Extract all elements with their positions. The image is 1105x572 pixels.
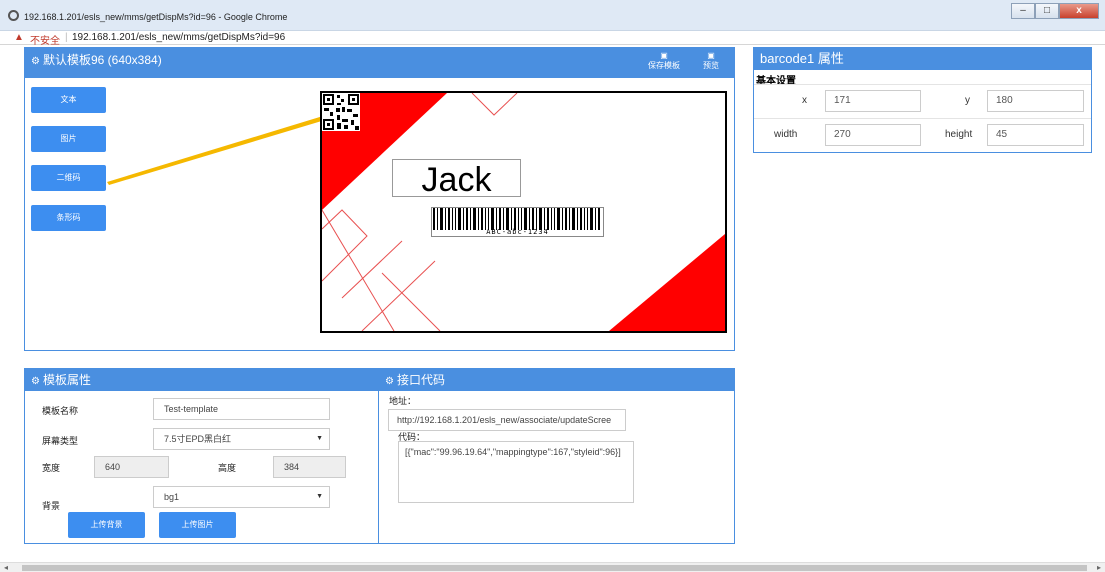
width-input[interactable]: 270 — [825, 124, 921, 146]
background-value: bg1 — [164, 492, 180, 502]
background-label: 背景 — [42, 501, 61, 511]
barcode-text: ABC-abc-1234 — [486, 228, 549, 236]
size-row: width 270 height 45 — [754, 118, 1091, 152]
scroll-right-icon[interactable]: ▸ — [1097, 563, 1101, 572]
upload-image-button[interactable]: 上传图片 — [159, 512, 236, 538]
template-properties-title: 模板属性 — [42, 373, 91, 387]
qrcode-element[interactable] — [322, 93, 360, 131]
template-name-label: 模板名称 — [42, 406, 79, 416]
template-properties-header: ⚙ 模板属性 — [25, 369, 378, 391]
height-label: height — [945, 129, 973, 140]
api-code-textarea[interactable]: [{"mac":"99.96.19.64","mappingtype":167,… — [398, 441, 634, 503]
address-bar[interactable]: ▲ 不安全 | 192.168.1.201/esls_new/mms/getDi… — [0, 31, 1105, 47]
y-label: y — [965, 95, 970, 106]
url-text[interactable]: 192.168.1.201/esls_new/mms/getDispMs?id=… — [72, 32, 285, 43]
height-field: 384 — [273, 456, 346, 478]
basic-settings-heading: 基本设置 — [756, 76, 796, 87]
api-code-panel: ⚙ 接口代码 地址： http://192.168.1.201/esls_new/… — [378, 368, 735, 544]
address-separator: | — [65, 32, 68, 43]
gear-icon: ⚙ — [385, 376, 394, 387]
horizontal-scrollbar[interactable]: ◂ ▸ — [0, 562, 1105, 572]
close-button[interactable]: x — [1059, 3, 1099, 19]
y-input[interactable]: 180 — [987, 90, 1084, 112]
barcode-element[interactable]: ABC-abc-1234 — [431, 207, 604, 237]
chevron-down-icon: ▼ — [316, 435, 323, 442]
height-input[interactable]: 45 — [987, 124, 1084, 146]
template-properties-panel: ⚙ 模板属性 模板名称 Test-template 屏幕类型 7.5寸EPD黑白红… — [24, 368, 379, 544]
window-controls: – □ x — [1011, 3, 1099, 19]
chevron-down-icon: ▼ — [316, 493, 323, 500]
address-label: 地址： — [389, 396, 417, 406]
text-element-jack[interactable]: Jack — [392, 159, 521, 199]
barcode-properties-panel: barcode1 属性 基本设置 x 171 y 180 width 270 h… — [753, 47, 1092, 153]
position-row: x 171 y 180 — [754, 84, 1091, 118]
browser-titlebar: 192.168.1.201/esls_new/mms/getDispMs?id=… — [0, 0, 1105, 31]
properties-header: barcode1 属性 — [754, 48, 1091, 70]
barcode-bars — [433, 208, 600, 230]
width-label: width — [774, 129, 798, 140]
background-select[interactable]: bg1 ▼ — [153, 486, 330, 508]
width-label: 宽度 — [42, 463, 61, 473]
template-designer-panel: ⚙ 默认模板96 (640x384) ▣ 保存模板 ▣ 预览 文本 图片 二维码 … — [24, 47, 735, 351]
api-code-title: 接口代码 — [396, 373, 445, 387]
api-code-header: ⚙ 接口代码 — [379, 369, 734, 391]
height-label: 高度 — [218, 463, 237, 473]
chrome-icon — [8, 10, 19, 21]
upload-background-button[interactable]: 上传背景 — [68, 512, 145, 538]
api-address-input[interactable]: http://192.168.1.201/esls_new/associate/… — [388, 409, 626, 431]
x-label: x — [802, 95, 807, 106]
gear-icon: ⚙ — [31, 376, 40, 387]
screen-type-label: 屏幕类型 — [42, 436, 79, 446]
scrollbar-thumb[interactable] — [22, 565, 1087, 571]
x-input[interactable]: 171 — [825, 90, 921, 112]
label-canvas[interactable]: Jack ABC-abc-1234 — [320, 91, 727, 333]
insecure-label: 不安全 — [30, 36, 60, 47]
warning-icon: ▲ — [14, 32, 24, 43]
screen-type-select[interactable]: 7.5寸EPD黑白红 ▼ — [153, 428, 330, 450]
scroll-left-icon[interactable]: ◂ — [4, 563, 8, 572]
minimize-button[interactable]: – — [1011, 3, 1035, 19]
maximize-button[interactable]: □ — [1035, 3, 1059, 19]
window-title: 192.168.1.201/esls_new/mms/getDispMs?id=… — [24, 12, 288, 22]
width-field: 640 — [94, 456, 169, 478]
screen-type-value: 7.5寸EPD黑白红 — [164, 434, 232, 444]
template-name-input[interactable]: Test-template — [153, 398, 330, 420]
